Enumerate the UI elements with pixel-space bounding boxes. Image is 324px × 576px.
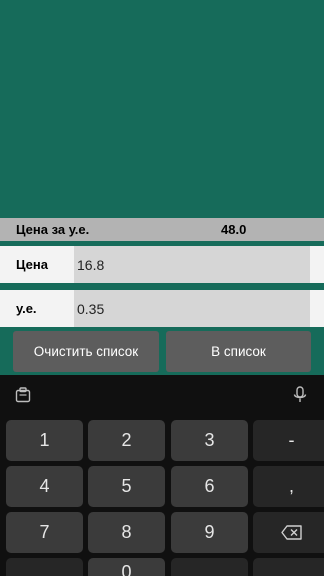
backspace-icon: [280, 525, 302, 540]
price-per-unit-bar: Цена за у.е. 48.0: [0, 218, 324, 241]
key-enter[interactable]: [253, 558, 324, 576]
microphone-icon[interactable]: [291, 385, 309, 405]
key-4[interactable]: 4: [6, 466, 83, 507]
price-per-unit-label: Цена за у.е.: [16, 222, 90, 237]
key-bottom-left[interactable]: [6, 558, 83, 576]
key-minus[interactable]: -: [253, 420, 324, 461]
key-5[interactable]: 5: [88, 466, 165, 507]
price-row: Цена 16.8: [0, 246, 324, 283]
key-comma[interactable]: ,: [253, 466, 324, 507]
numeric-keyboard: 1 2 3 - 4 5 6 , 7 8 9 0: [0, 375, 324, 576]
price-label: Цена: [16, 257, 48, 272]
add-to-list-button[interactable]: В список: [166, 331, 311, 372]
price-row-edge: [310, 246, 324, 283]
units-input[interactable]: 0.35: [74, 290, 310, 327]
units-row-edge: [310, 290, 324, 327]
key-8[interactable]: 8: [88, 512, 165, 553]
key-6[interactable]: 6: [171, 466, 248, 507]
key-9[interactable]: 9: [171, 512, 248, 553]
clipboard-icon[interactable]: [14, 386, 32, 404]
keyboard-toolbar: [0, 375, 324, 417]
backspace-key[interactable]: [253, 512, 324, 553]
units-input-value: 0.35: [77, 301, 105, 317]
price-label-cell: Цена: [0, 246, 74, 283]
units-label-cell: у.е.: [0, 290, 74, 327]
key-0[interactable]: 0: [88, 558, 165, 576]
price-input[interactable]: 16.8: [74, 246, 310, 283]
clear-list-button[interactable]: Очистить список: [13, 331, 159, 372]
units-row: у.е. 0.35: [0, 290, 324, 327]
app-screen: Цена за у.е. 48.0 Цена 16.8 у.е. 0.35 Оч…: [0, 0, 324, 576]
units-label: у.е.: [16, 301, 37, 316]
price-input-value: 16.8: [77, 257, 105, 273]
price-per-unit-value: 48.0: [221, 222, 247, 237]
key-2[interactable]: 2: [88, 420, 165, 461]
empty-list-area: [0, 0, 324, 218]
key-7[interactable]: 7: [6, 512, 83, 553]
key-bottom-middle[interactable]: [171, 558, 248, 576]
key-3[interactable]: 3: [171, 420, 248, 461]
key-1[interactable]: 1: [6, 420, 83, 461]
